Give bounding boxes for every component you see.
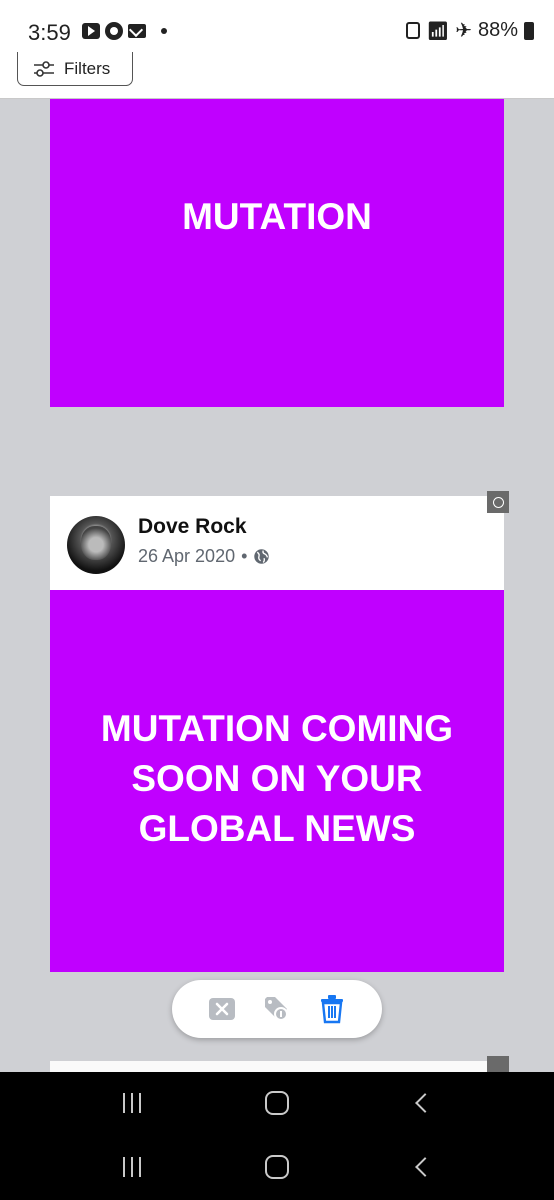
home-icon (264, 1155, 289, 1179)
status-bar: 3:59 📶︎ ✈︎ 88% (0, 0, 554, 52)
recents-icon (123, 1157, 142, 1177)
recents-icon (123, 1093, 142, 1113)
system-nav-bar (0, 1072, 554, 1134)
sliders-icon (34, 60, 54, 77)
status-right-icons: 📶︎ ✈︎ 88% (406, 19, 534, 42)
post-image-text: MUTATION (182, 196, 372, 237)
tag-icon (264, 997, 288, 1021)
post-meta: 26 Apr 2020 • (138, 546, 270, 567)
screen: 3:59 📶︎ ✈︎ 88% Filters MUTATION Dove Roc… (0, 0, 554, 1200)
filters-bar: Filters (0, 52, 554, 99)
home-button[interactable] (257, 1147, 297, 1187)
home-button[interactable] (257, 1083, 297, 1123)
trash-icon (321, 995, 344, 1024)
status-time: 3:59 (28, 20, 71, 45)
recents-button[interactable] (112, 1147, 152, 1187)
author-name[interactable]: Dove Rock (138, 515, 247, 539)
battery-percent: 88% (477, 19, 518, 41)
notification-dot-icon (161, 28, 167, 34)
select-checkbox[interactable] (487, 1056, 509, 1072)
lock-icon (406, 22, 421, 39)
hide-button[interactable] (204, 991, 240, 1027)
mail-icon (128, 24, 146, 38)
back-button[interactable] (402, 1147, 442, 1187)
system-nav-bar (0, 1134, 554, 1200)
post-image-mutation[interactable]: MUTATION (50, 99, 504, 407)
post-date: 26 Apr 2020 (138, 546, 236, 566)
back-button[interactable] (402, 1083, 442, 1123)
close-icon (208, 998, 235, 1020)
post-image-text: MUTATION COMING SOON ON YOUR GLOBAL NEWS (100, 708, 454, 849)
back-icon (414, 1157, 435, 1177)
avatar[interactable] (67, 516, 125, 574)
chrome-icon (105, 22, 123, 40)
meta-separator: • (241, 546, 248, 566)
tag-button[interactable] (259, 991, 295, 1027)
select-checkbox[interactable] (487, 491, 509, 513)
globe-icon (254, 549, 270, 564)
filters-label: Filters (64, 58, 111, 78)
wifi-icon: 📶︎ (426, 20, 450, 41)
status-left-icons (82, 22, 167, 40)
post-image-mutation-coming-soon[interactable]: MUTATION COMING SOON ON YOUR GLOBAL NEWS (50, 590, 504, 972)
post-header: Dove Rock 26 Apr 2020 • (50, 496, 504, 590)
delete-button[interactable] (314, 991, 350, 1027)
airplane-icon: ✈︎ (455, 19, 472, 42)
battery-icon (524, 21, 534, 40)
youtube-icon (82, 23, 100, 39)
home-icon (264, 1091, 289, 1115)
post-actions-bar (172, 980, 382, 1038)
recents-button[interactable] (112, 1083, 152, 1123)
back-icon (414, 1093, 435, 1113)
filters-button[interactable]: Filters (17, 52, 133, 86)
